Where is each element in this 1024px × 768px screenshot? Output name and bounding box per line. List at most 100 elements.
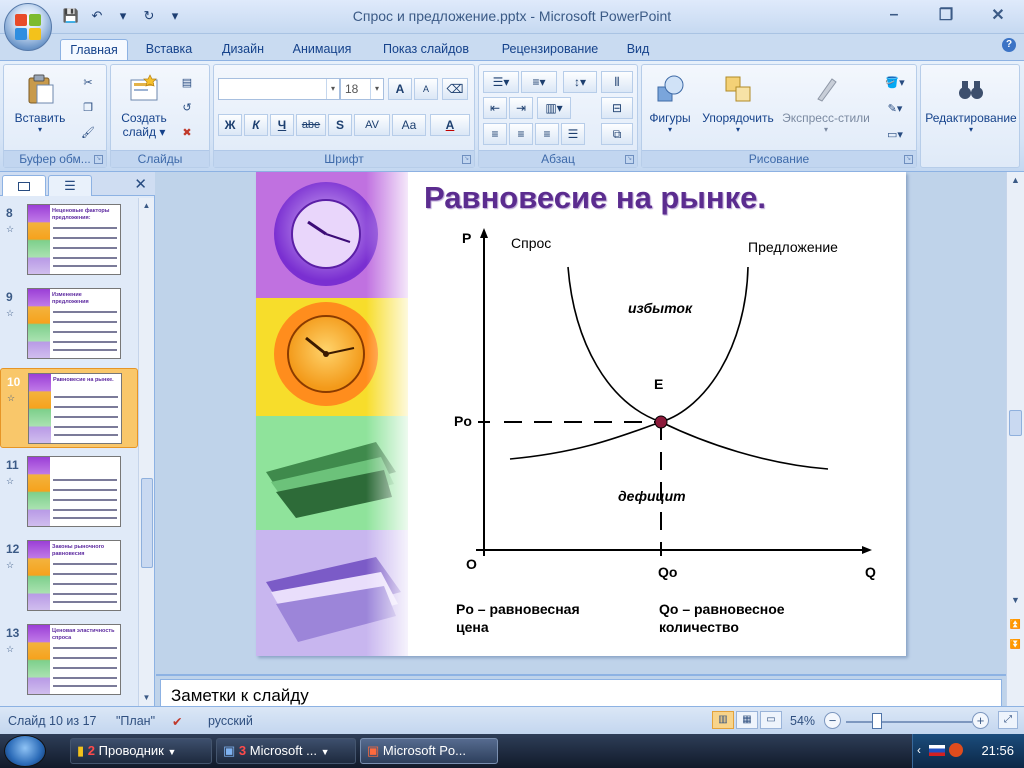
tab-slideshow[interactable]: Показ слайдов xyxy=(374,39,478,60)
language-indicator[interactable]: русский xyxy=(208,714,253,728)
tab-animation[interactable]: Анимация xyxy=(284,39,360,60)
tray-chevron-icon[interactable]: ‹ xyxy=(917,743,921,757)
zoom-in-button[interactable]: + xyxy=(972,712,989,729)
notes-field[interactable]: Заметки к слайду xyxy=(160,679,1002,708)
help-icon[interactable]: ? xyxy=(1002,38,1016,52)
pane-close-button[interactable]: ✕ xyxy=(134,175,147,193)
slide-thumbnail[interactable]: 11 ☆ xyxy=(0,452,138,532)
tab-insert[interactable]: Вставка xyxy=(138,39,200,60)
paste-button[interactable]: Вставить ▾ xyxy=(10,73,70,134)
pane-scrollbar[interactable]: ▲ ▼ xyxy=(138,198,154,706)
fit-to-window-button[interactable]: ⤢ xyxy=(998,711,1018,729)
slide-scroll-thumb[interactable] xyxy=(1009,410,1022,436)
paragraph-dialog-launcher[interactable]: ↘ xyxy=(625,155,634,164)
grow-font-button[interactable]: A xyxy=(388,78,412,100)
font-size-field[interactable]: 18 ▾ xyxy=(340,78,384,100)
align-text-icon[interactable]: ⊟ xyxy=(601,97,633,119)
decrease-indent-icon[interactable]: ⇤ xyxy=(483,97,507,119)
format-painter-icon[interactable]: 🖌 xyxy=(78,123,98,141)
taskbar-powerpoint[interactable]: ▣ Microsoft Po... xyxy=(360,738,498,764)
preview-text-line xyxy=(53,583,117,585)
line-spacing-icon[interactable]: ↕▾ xyxy=(563,71,597,93)
character-spacing-button[interactable]: AV xyxy=(354,114,390,136)
justify-icon[interactable]: ☰ xyxy=(561,123,585,145)
antivirus-icon[interactable] xyxy=(949,743,963,757)
cut-icon[interactable]: ✂ xyxy=(78,73,98,91)
zoom-slider-thumb[interactable] xyxy=(871,713,882,729)
notes-scrollbar[interactable] xyxy=(1006,674,1024,706)
current-slide[interactable]: Равновесие на рынке. P Спрос Предложение… xyxy=(256,172,906,656)
office-button[interactable] xyxy=(4,3,52,51)
font-dialog-launcher[interactable]: ↘ xyxy=(462,155,471,164)
underline-button[interactable]: Ч xyxy=(270,114,294,136)
align-right-icon[interactable]: ≡ xyxy=(535,123,559,145)
spellcheck-icon[interactable]: ✔ xyxy=(172,714,182,729)
slides-tab[interactable] xyxy=(2,175,46,196)
numbering-icon[interactable]: ≡▾ xyxy=(521,71,557,93)
slide-scrollbar[interactable]: ▲ ▼ ⏫ ⏬ xyxy=(1006,172,1024,674)
outline-tab[interactable]: ☰ xyxy=(48,175,92,196)
pane-scroll-up-icon[interactable]: ▲ xyxy=(139,198,154,214)
normal-view-button[interactable]: ▥ xyxy=(712,711,734,729)
pane-scroll-thumb[interactable] xyxy=(141,478,153,568)
taskbar-explorer[interactable]: ▮ 2 Проводник ▼ xyxy=(70,738,212,764)
align-center-icon[interactable]: ≡ xyxy=(509,123,533,145)
clear-formatting-icon[interactable]: ⌫ xyxy=(442,78,468,100)
font-group-label: Шрифт xyxy=(214,150,474,167)
layout-icon[interactable]: ▤ xyxy=(177,73,197,91)
shape-effects-icon[interactable]: ▭▾ xyxy=(878,125,912,143)
change-case-button[interactable]: Aa xyxy=(392,114,426,136)
tab-home[interactable]: Главная xyxy=(60,39,128,60)
taskbar-word[interactable]: ▣ 3 Microsoft ... ▼ xyxy=(216,738,356,764)
bullets-icon[interactable]: ☰▾ xyxy=(483,71,519,93)
pane-scroll-down-icon[interactable]: ▼ xyxy=(139,690,154,706)
drawing-dialog-launcher[interactable]: ↘ xyxy=(904,155,913,164)
copy-icon[interactable]: ❐ xyxy=(78,98,98,116)
shapes-button[interactable]: Фигуры ▾ xyxy=(644,73,696,134)
bold-button[interactable]: Ж xyxy=(218,114,242,136)
new-slide-button[interactable]: Создать слайд ▾ xyxy=(115,73,173,139)
minimize-button[interactable]: – xyxy=(868,0,920,30)
increase-indent-icon[interactable]: ⇥ xyxy=(509,97,533,119)
font-color-button[interactable]: A xyxy=(430,114,470,136)
italic-button[interactable]: К xyxy=(244,114,268,136)
slideshow-view-button[interactable]: ▭ xyxy=(760,711,782,729)
shape-outline-icon[interactable]: ✎▾ xyxy=(878,99,912,117)
shadow-button[interactable]: S xyxy=(328,114,352,136)
shape-fill-icon[interactable]: 🪣▾ xyxy=(878,73,912,91)
slide-thumbnail[interactable]: 13 ☆ Ценовая эластичность спроса xyxy=(0,620,138,700)
start-button[interactable] xyxy=(4,735,46,767)
align-left-icon[interactable]: ≡ xyxy=(483,123,507,145)
tab-design[interactable]: Дизайн xyxy=(212,39,274,60)
slide-thumbnail[interactable]: 10 ☆ Равновесие на рынке. xyxy=(0,368,138,448)
zoom-out-button[interactable]: − xyxy=(824,712,841,729)
slide-thumbnail[interactable]: 12 ☆ Законы рыночного равновесия xyxy=(0,536,138,616)
tab-view[interactable]: Вид xyxy=(620,39,656,60)
scroll-up-icon[interactable]: ▲ xyxy=(1007,172,1024,188)
columns-icon[interactable]: ▥▾ xyxy=(537,97,571,119)
zoom-level[interactable]: 54% xyxy=(790,714,815,728)
zoom-slider[interactable] xyxy=(846,721,972,723)
slide-thumbnail[interactable]: 9 ☆ Изменение предложения xyxy=(0,284,138,364)
shrink-font-button[interactable]: A xyxy=(414,78,438,100)
close-button[interactable]: ✕ xyxy=(972,0,1024,30)
editing-button[interactable]: Редактирование ▾ xyxy=(923,73,1019,134)
tab-review[interactable]: Рецензирование xyxy=(492,39,608,60)
quick-styles-button[interactable]: Экспресс-стили ▾ xyxy=(780,73,872,134)
clipboard-dialog-launcher[interactable]: ↘ xyxy=(94,155,103,164)
reset-slide-icon[interactable]: ↺ xyxy=(177,98,197,116)
delete-slide-icon[interactable]: ✖ xyxy=(177,123,197,141)
slide-thumbnail[interactable]: 8 ☆ Неценовые факторы предложения: xyxy=(0,200,138,280)
strikethrough-button[interactable]: abe xyxy=(296,114,326,136)
maximize-button[interactable]: ❐ xyxy=(920,0,972,30)
previous-slide-icon[interactable]: ⏫ xyxy=(1007,616,1024,632)
slide-sorter-button[interactable]: ▦ xyxy=(736,711,758,729)
language-flag-icon[interactable] xyxy=(929,745,945,756)
smartart-icon[interactable]: ⧉ xyxy=(601,123,633,145)
preview-text-line xyxy=(53,517,117,519)
arrange-button[interactable]: Упорядочить ▾ xyxy=(696,73,780,134)
text-direction-icon[interactable]: ⫴ xyxy=(601,71,633,93)
next-slide-icon[interactable]: ⏬ xyxy=(1007,636,1024,652)
font-name-field[interactable]: ▾ xyxy=(218,78,340,100)
scroll-down-icon[interactable]: ▼ xyxy=(1007,592,1024,608)
